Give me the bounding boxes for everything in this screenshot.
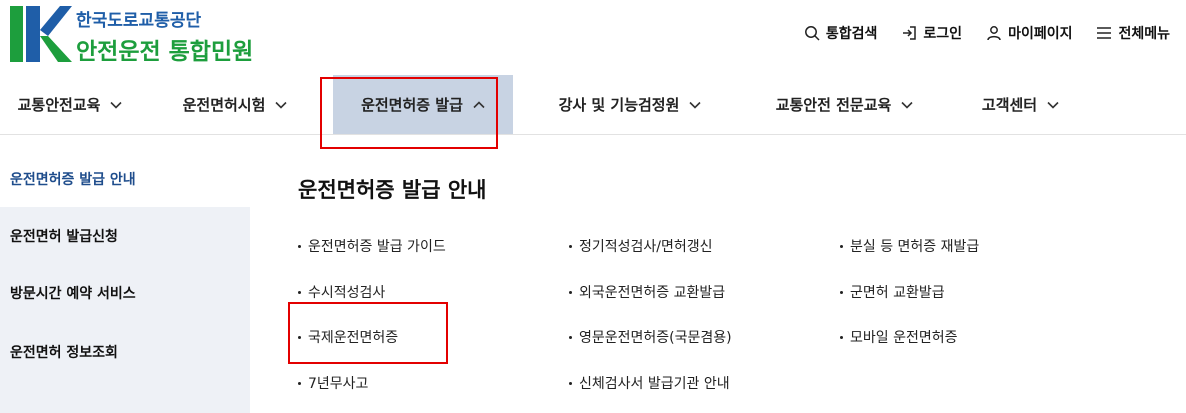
link-label: 7년무사고 [308, 376, 369, 392]
link-label: 국제운전면허증 [308, 330, 399, 346]
link-reissue-lost[interactable]: 분실 등 면허증 재발급 [840, 236, 979, 256]
koroad-logo-icon[interactable] [10, 6, 72, 62]
gnb-item-label: 교통안전 전문교육 [775, 96, 892, 114]
link-label: 신체검사서 발급기관 안내 [579, 376, 730, 392]
link-mobile-license[interactable]: 모바일 운전면허증 [840, 327, 958, 347]
mypage-label: 마이페이지 [1008, 26, 1073, 42]
bullet-icon [298, 244, 301, 248]
service-name[interactable]: 안전운전 통합민원 [76, 32, 253, 66]
bullet-icon [840, 244, 843, 248]
chevron-down-icon [110, 101, 122, 109]
lnb-item-label: 운전면허 발급신청 [10, 228, 118, 245]
local-navigation: 운전면허증 발급 안내 운전면허 발급신청 방문시간 예약 서비스 운전면허 정… [0, 150, 250, 413]
link-label: 영문운전면허증(국문겸용) [579, 330, 732, 346]
link-label: 수시적성검사 [308, 285, 386, 301]
search-icon [804, 26, 820, 41]
user-icon [987, 26, 1001, 41]
lnb-item-issuance-guide[interactable]: 운전면허증 발급 안내 [0, 150, 250, 207]
bullet-icon [569, 290, 572, 294]
bullet-icon [569, 244, 572, 248]
page-title: 운전면허증 발급 안내 [298, 178, 487, 202]
bullet-icon [298, 381, 301, 385]
login-icon [903, 26, 917, 40]
bullet-icon [840, 290, 843, 294]
link-international-license[interactable]: 국제운전면허증 [298, 327, 398, 347]
gnb-item-professional-education[interactable]: 교통안전 전문교육 [752, 75, 937, 134]
all-menu-button[interactable]: 전체메뉴 [1096, 23, 1170, 43]
link-medical-certificate-institutions[interactable]: 신체검사서 발급기관 안내 [569, 373, 730, 393]
link-issuance-guide[interactable]: 운전면허증 발급 가이드 [298, 236, 446, 256]
utility-menu: 통합검색 로그인 마이페이지 전체메뉴 [804, 20, 1170, 46]
link-label: 정기적성검사/면허갱신 [579, 239, 713, 255]
lnb-item-label: 운전면허증 발급 안내 [10, 171, 136, 188]
gnb-item-label: 강사 및 기능검정원 [558, 96, 680, 114]
integrated-search-button[interactable]: 통합검색 [804, 23, 878, 43]
link-english-license[interactable]: 영문운전면허증(국문겸용) [569, 327, 732, 347]
hamburger-menu-icon [1097, 27, 1112, 39]
chevron-down-icon [689, 101, 701, 109]
integrated-search-label: 통합검색 [825, 26, 878, 42]
lnb-item-issuance-application[interactable]: 운전면허 발급신청 [0, 207, 250, 264]
lnb-item-license-inquiry[interactable]: 운전면허 정보조회 [0, 321, 250, 413]
gnb-item-license-exam[interactable]: 운전면허시험 [160, 75, 310, 134]
gnb-item-label: 고객센터 [981, 96, 1038, 114]
gnb-item-customer-center[interactable]: 고객센터 [963, 75, 1078, 134]
lnb-item-label: 방문시간 예약 서비스 [10, 285, 136, 302]
lnb-item-label: 운전면허 정보조회 [10, 345, 118, 361]
bullet-icon [569, 381, 572, 385]
link-label: 모바일 운전면허증 [850, 330, 958, 346]
login-button[interactable]: 로그인 [901, 23, 962, 43]
link-military-license-exchange[interactable]: 군면허 교환발급 [840, 282, 945, 302]
site-header: 한국도로교통공단 안전운전 통합민원 통합검색 로그인 마이페이지 전체메뉴 [0, 0, 1186, 73]
bullet-icon [840, 335, 843, 339]
chevron-down-icon [1047, 101, 1059, 109]
chevron-up-icon [473, 100, 485, 108]
bullet-icon [298, 290, 301, 294]
chevron-down-icon [275, 101, 287, 109]
lnb-item-visit-reservation[interactable]: 방문시간 예약 서비스 [0, 264, 250, 321]
chevron-down-icon [901, 101, 913, 109]
mypage-button[interactable]: 마이페이지 [986, 23, 1072, 43]
global-navigation: 교통안전교육 운전면허시험 운전면허증 발급 강사 및 기능검정원 교통안전 전… [0, 75, 1186, 135]
gnb-item-license-issuance[interactable]: 운전면허증 발급 [333, 75, 513, 134]
gnb-item-traffic-safety-education[interactable]: 교통안전교육 [0, 75, 140, 134]
link-label: 군면허 교환발급 [850, 285, 945, 301]
link-seven-years-accident-free[interactable]: 7년무사고 [298, 373, 368, 393]
bullet-icon [569, 335, 572, 339]
gnb-item-label: 교통안전교육 [17, 96, 101, 114]
link-aptitude-renewal[interactable]: 정기적성검사/면허갱신 [569, 236, 713, 256]
link-label: 운전면허증 발급 가이드 [308, 239, 446, 255]
login-label: 로그인 [923, 26, 963, 42]
all-menu-label: 전체메뉴 [1118, 26, 1170, 42]
link-foreign-license-exchange[interactable]: 외국운전면허증 교환발급 [569, 282, 725, 302]
link-label: 분실 등 면허증 재발급 [850, 239, 980, 255]
bullet-icon [298, 335, 301, 339]
org-name[interactable]: 한국도로교통공단 [76, 6, 201, 31]
link-label: 외국운전면허증 교환발급 [579, 285, 726, 301]
link-occasional-aptitude[interactable]: 수시적성검사 [298, 282, 385, 302]
gnb-item-label: 운전면허시험 [182, 96, 266, 114]
gnb-item-instructor-examiner[interactable]: 강사 및 기능검정원 [530, 75, 730, 134]
gnb-item-label: 운전면허증 발급 [361, 96, 463, 114]
page-root: 한국도로교통공단 안전운전 통합민원 통합검색 로그인 마이페이지 전체메뉴 교 [0, 0, 1186, 413]
